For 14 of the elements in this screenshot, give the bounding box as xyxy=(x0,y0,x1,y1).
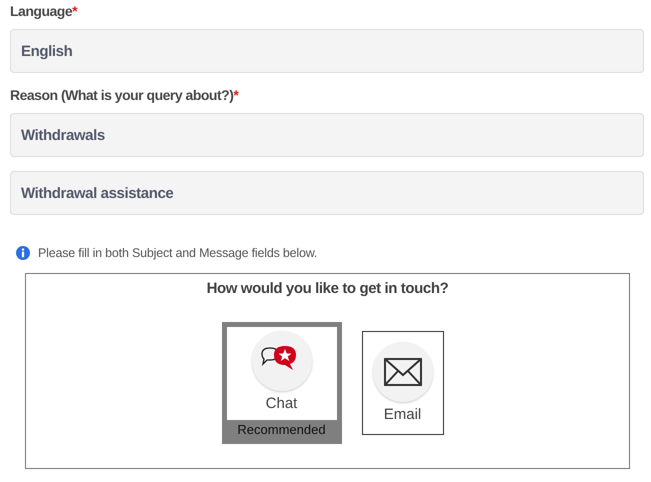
contact-option[interactable]: Email xyxy=(362,331,444,435)
contact-option[interactable]: Chat Recommended xyxy=(222,322,342,444)
chat-bubbles-icon xyxy=(252,331,312,391)
field-label: Language xyxy=(10,3,72,19)
select-field[interactable]: Withdrawal assistance xyxy=(10,171,644,215)
field-label: Reason (What is your query about?) xyxy=(10,87,234,103)
envelope-icon xyxy=(372,342,432,402)
info-text: Please fill in both Subject and Message fields below. xyxy=(38,246,318,260)
info-icon xyxy=(16,246,30,260)
required-mark: * xyxy=(72,3,78,19)
panel-title: How would you like to get in touch? xyxy=(206,280,448,297)
select-field[interactable]: Withdrawals xyxy=(10,113,644,157)
required-mark: * xyxy=(233,87,238,103)
select-field[interactable]: English xyxy=(10,29,644,73)
